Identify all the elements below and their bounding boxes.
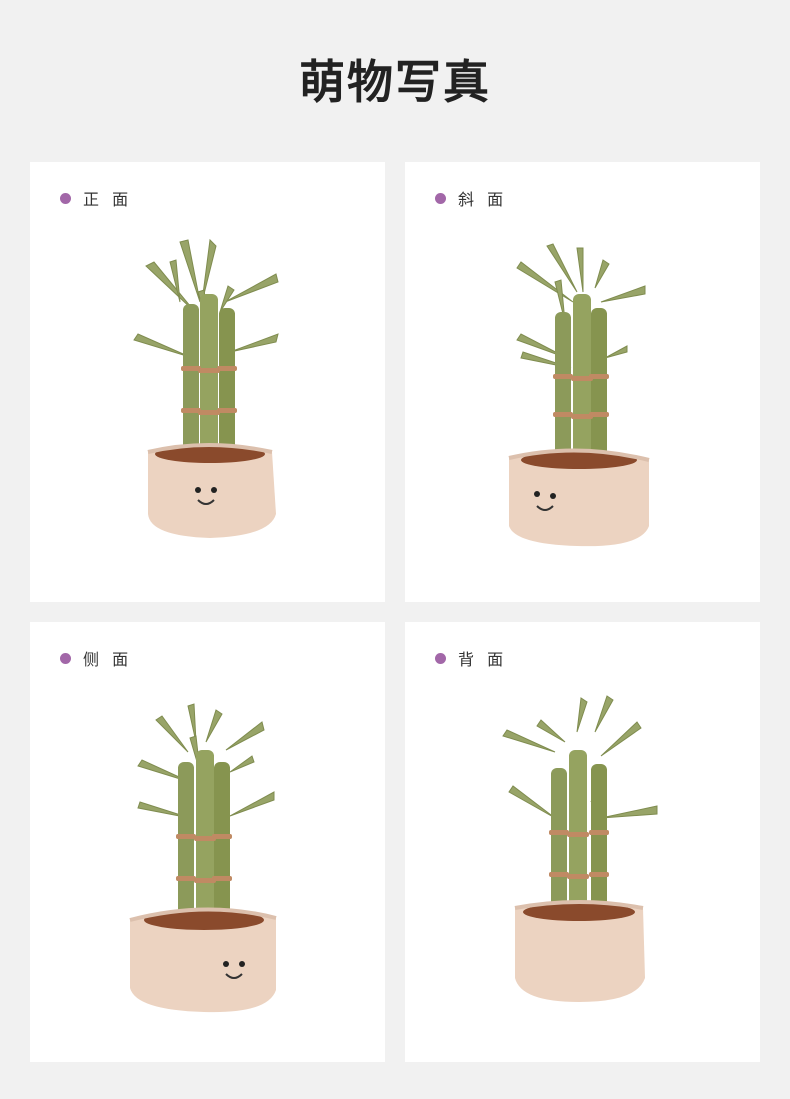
bamboo-plush-side-image — [129, 703, 277, 1013]
photo-card-side: 侧 面 — [30, 622, 385, 1062]
photo-card-front: 正 面 — [30, 162, 385, 602]
bamboo-plush-back-image — [502, 695, 658, 1002]
photo-card-back: 背 面 — [405, 622, 760, 1062]
bamboo-plush-front-image — [133, 238, 279, 538]
page-title: 萌物写真 — [299, 55, 491, 109]
photo-card-oblique: 斜 面 — [405, 162, 760, 602]
bamboo-plush-oblique-image — [508, 243, 650, 547]
